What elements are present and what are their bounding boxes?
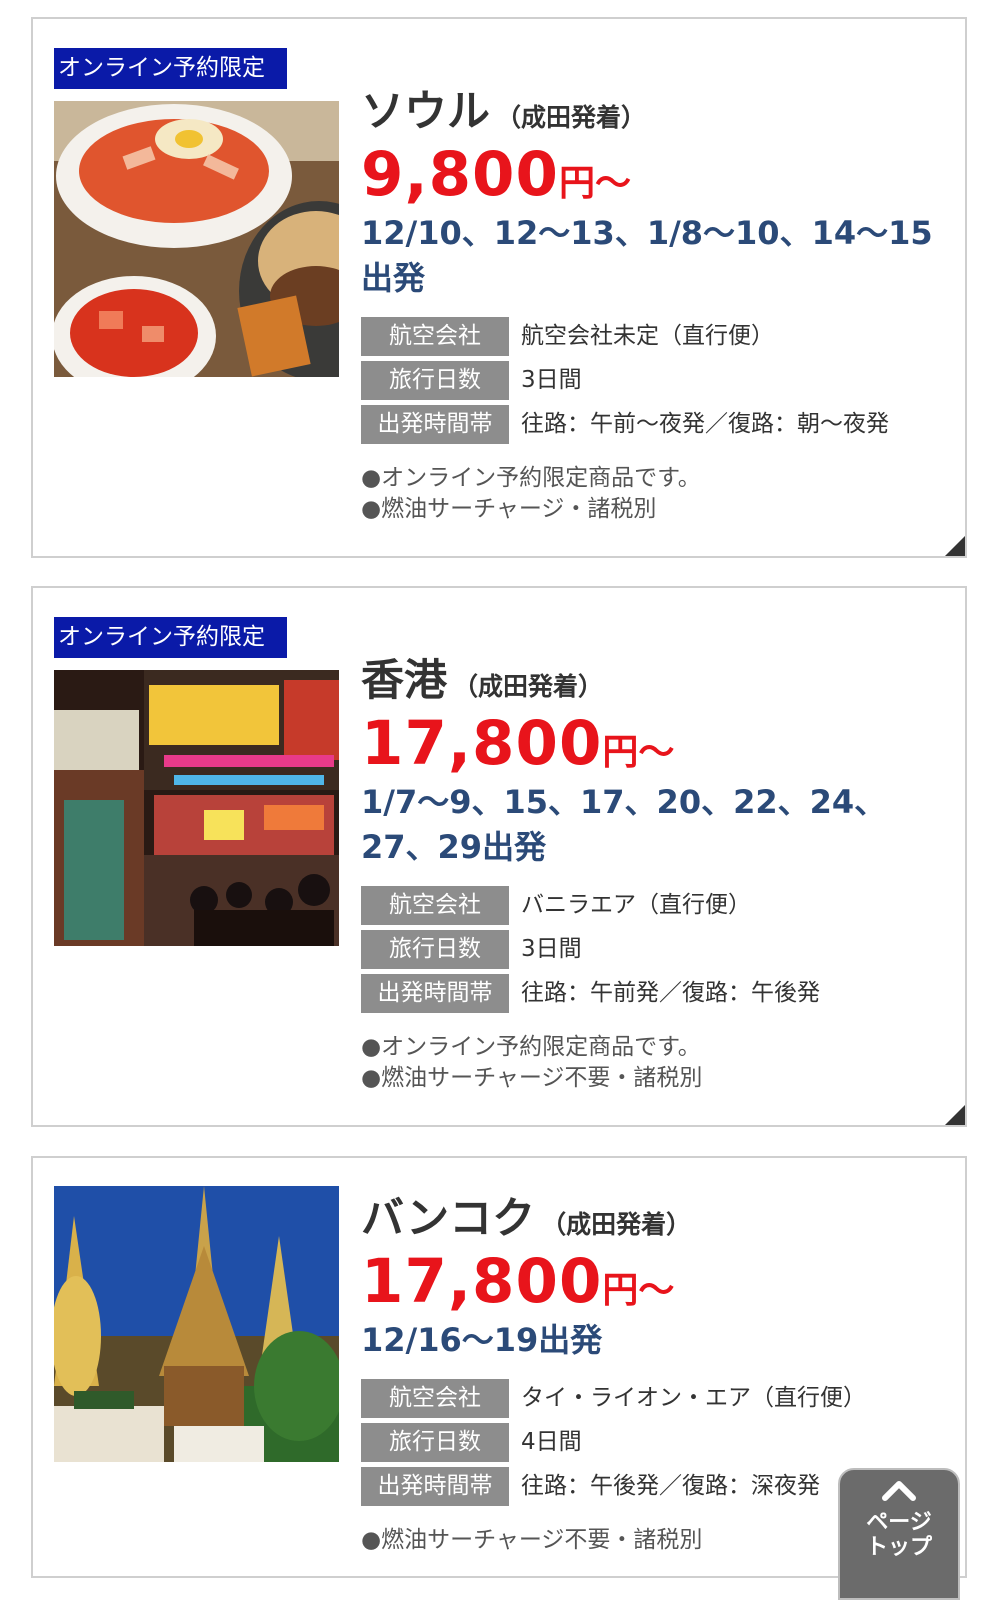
hongkong-street-photo (54, 670, 339, 946)
chevron-up-icon (840, 1478, 958, 1506)
bangkok-temple-photo (54, 1186, 339, 1462)
spec-label: 出発時間帯 (361, 1467, 509, 1506)
departure-airport: （成田発着） (541, 1210, 692, 1239)
destination-name: バンコク (361, 1194, 536, 1244)
destination-name: 香港 (361, 656, 447, 706)
spec-label: 旅行日数 (361, 930, 509, 969)
spec-label: 航空会社 (361, 317, 509, 356)
spec-value: バニラエア（直行便） (521, 892, 751, 918)
note-item: ●オンライン予約限定商品です。 (361, 465, 701, 491)
tour-card-bangkok[interactable]: バンコク （成田発着） 17,800円〜 12/16〜19出発 航空会社 タイ・ラ… (31, 1156, 967, 1578)
online-only-badge: オンライン予約限定 (54, 48, 287, 89)
spec-value: 往路：午後発／復路：深夜発 (521, 1473, 820, 1499)
price: 17,800円〜 (361, 1248, 947, 1316)
destination-name: ソウル (361, 87, 490, 137)
tour-card-hongkong[interactable]: オンライン予約限定 香港 （成田発着） 17,800円〜 1/7〜9、15、17… (31, 586, 967, 1127)
note-item: ●燃油サーチャージ不要・諸税別 (361, 1065, 703, 1091)
spec-value: 4日間 (521, 1429, 582, 1455)
spec-label: 出発時間帯 (361, 405, 509, 444)
spec-row-duration: 旅行日数 3日間 (361, 930, 947, 974)
spec-table: 航空会社 バニラエア（直行便） 旅行日数 3日間 出発時間帯 往路：午前発／復路… (361, 886, 947, 1018)
corner-arrow-icon (945, 536, 965, 556)
spec-row-airline: 航空会社 タイ・ライオン・エア（直行便） (361, 1379, 947, 1423)
departure-airport: （成田発着） (496, 103, 647, 132)
spec-value: 航空会社未定（直行便） (521, 323, 774, 349)
corner-arrow-icon (945, 1105, 965, 1125)
price-amount: 17,800 (361, 708, 603, 779)
price: 9,800円〜 (361, 141, 947, 209)
spec-label: 航空会社 (361, 886, 509, 925)
spec-label: 出発時間帯 (361, 974, 509, 1013)
note-item: ●燃油サーチャージ・諸税別 (361, 496, 657, 522)
note-item: ●オンライン予約限定商品です。 (361, 1034, 701, 1060)
price-amount: 9,800 (361, 139, 559, 210)
notes: ●オンライン予約限定商品です。 ●燃油サーチャージ不要・諸税別 (361, 1032, 947, 1094)
price-unit: 円〜 (602, 1270, 675, 1311)
departure-dates: 12/16〜19出発 (361, 1321, 603, 1359)
notes: ●オンライン予約限定商品です。 ●燃油サーチャージ・諸税別 (361, 463, 947, 525)
departure-dates: 12/10、12〜13、1/8〜10、14〜15出発 (361, 214, 933, 297)
departure-dates: 1/7〜9、15、17、20、22、24、27、29出発 (361, 783, 887, 866)
price-unit: 円〜 (602, 732, 675, 773)
spec-label: 旅行日数 (361, 1423, 509, 1462)
spec-row-duration: 旅行日数 3日間 (361, 361, 947, 405)
seoul-food-photo (54, 101, 339, 377)
spec-value: 3日間 (521, 367, 582, 393)
price: 17,800円〜 (361, 710, 947, 778)
spec-value: 往路：午前発／復路：午後発 (521, 980, 820, 1006)
price-unit: 円〜 (558, 163, 631, 204)
spec-row-duration: 旅行日数 4日間 (361, 1423, 947, 1467)
spec-row-time: 出発時間帯 往路：午前発／復路：午後発 (361, 974, 947, 1018)
online-only-badge: オンライン予約限定 (54, 617, 287, 658)
spec-row-airline: 航空会社 航空会社未定（直行便） (361, 317, 947, 361)
spec-value: 3日間 (521, 936, 582, 962)
spec-table: 航空会社 航空会社未定（直行便） 旅行日数 3日間 出発時間帯 往路：午前〜夜発… (361, 317, 947, 449)
spec-value: 往路：午前〜夜発／復路：朝〜夜発 (521, 411, 889, 437)
page-top-button[interactable]: ページトップ (838, 1468, 960, 1600)
spec-row-time: 出発時間帯 往路：午前〜夜発／復路：朝〜夜発 (361, 405, 947, 449)
departure-airport: （成田発着） (453, 672, 604, 701)
spec-label: 旅行日数 (361, 361, 509, 400)
tour-card-seoul[interactable]: オンライン予約限定 ソウル （成田発着） 9,800円〜 12/10、12〜13… (31, 17, 967, 558)
spec-label: 航空会社 (361, 1379, 509, 1418)
page-top-label: ページトップ (865, 1510, 932, 1560)
spec-row-airline: 航空会社 バニラエア（直行便） (361, 886, 947, 930)
price-amount: 17,800 (361, 1246, 603, 1317)
spec-value: タイ・ライオン・エア（直行便） (521, 1385, 866, 1411)
